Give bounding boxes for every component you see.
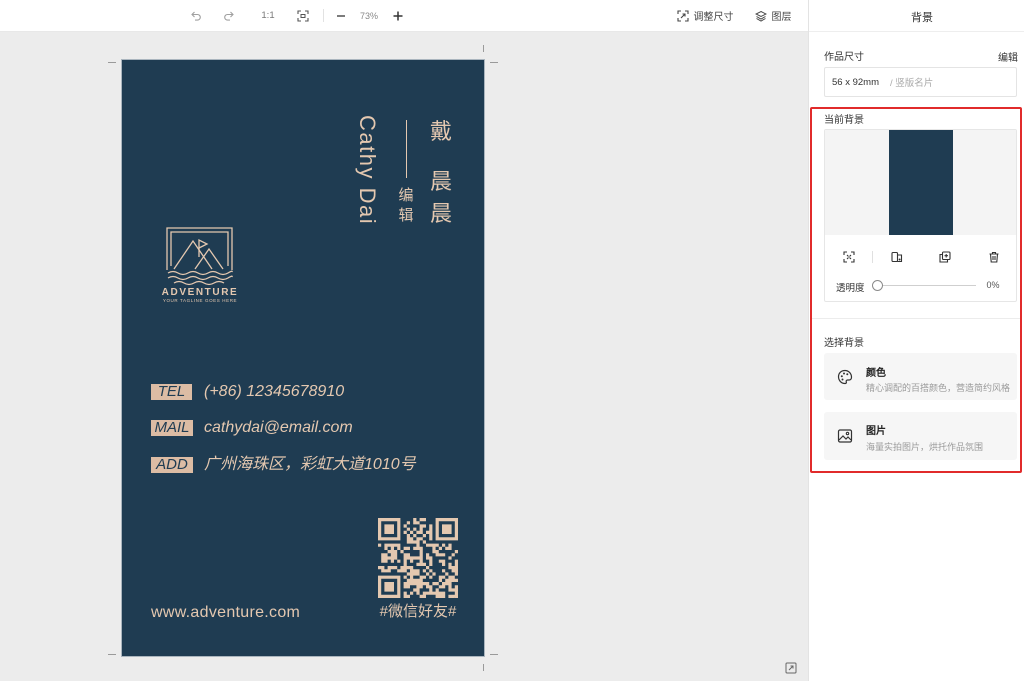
name-char[interactable]: 戴 — [430, 120, 452, 144]
job-title-char[interactable]: 辑 — [398, 207, 414, 225]
current-background-label: 当前背景 — [824, 115, 864, 126]
name-char[interactable]: 晨 — [430, 202, 452, 226]
crop-mark — [490, 62, 498, 63]
fullscreen-button[interactable] — [842, 250, 856, 264]
panel-title: 背景 — [911, 12, 933, 24]
choose-background-label: 选择背景 — [824, 338, 864, 349]
option-description: 精心调配的百搭颜色，营造简约风格 — [866, 383, 1011, 393]
size-type: / 竖版名片 — [890, 78, 934, 89]
action-divider — [872, 251, 873, 263]
crop-mark — [108, 62, 116, 63]
actual-size-button[interactable]: 1:1 — [256, 7, 280, 24]
website-text[interactable]: www.adventure.com — [151, 604, 300, 622]
image-icon — [837, 429, 853, 443]
option-title: 颜色 — [866, 368, 886, 379]
contact-row-tel[interactable]: TEL (+86) 12345678910 — [151, 383, 344, 400]
minus-icon — [337, 14, 345, 17]
layers-label: 图层 — [771, 12, 792, 23]
name-char[interactable]: 晨 — [430, 170, 452, 194]
zoom-level[interactable]: 73% — [355, 7, 383, 24]
background-option-color[interactable]: 颜色 精心调配的百搭颜色，营造简约风格 — [824, 353, 1017, 400]
undo-icon — [191, 11, 201, 21]
background-option-image[interactable]: 图片 海量实拍图片，烘托作品氛围 — [824, 412, 1017, 460]
option-description: 海量实拍图片，烘托作品氛围 — [866, 442, 984, 452]
qr-code-icon[interactable] — [378, 518, 458, 598]
redo-button[interactable] — [222, 7, 236, 24]
duplicate-icon — [939, 251, 951, 263]
crop-mark — [108, 654, 116, 655]
zoom-out-button[interactable] — [334, 7, 348, 24]
panel-header: 背景 — [809, 0, 1024, 32]
background-preview[interactable] — [825, 130, 1016, 235]
delete-background-button[interactable] — [987, 250, 1001, 264]
crop-mark — [490, 654, 498, 655]
logo-tagline-text: YOUR TAGLINE GOES HERE — [162, 298, 238, 303]
crop-mark — [483, 45, 484, 52]
contact-value: (+86) 12345678910 — [204, 383, 345, 400]
replace-icon — [891, 251, 903, 263]
redo-icon — [224, 11, 234, 21]
business-card[interactable]: 戴 晨 晨 编 辑 Cathy Dai ADVENTURE YOUR TAGLI… — [122, 60, 484, 656]
layers-button[interactable]: 图层 — [751, 7, 795, 24]
toolbar-divider — [323, 9, 324, 22]
resize-button[interactable]: 调整尺寸 — [674, 7, 736, 24]
trash-icon — [989, 251, 999, 263]
size-field[interactable]: 56 x 92mm / 竖版名片 — [824, 67, 1017, 97]
current-background-card: 透明度 0% — [824, 129, 1017, 302]
option-title: 图片 — [866, 426, 886, 437]
contact-label: MAIL — [151, 419, 193, 436]
contact-value: 广州海珠区，彩虹大道1010号 — [204, 456, 416, 473]
expand-icon — [785, 662, 797, 674]
contact-value: cathydai@email.com — [204, 419, 353, 436]
opacity-slider-handle[interactable] — [871, 280, 883, 291]
contact-label: TEL — [151, 383, 192, 400]
logo-brand-text[interactable]: ADVENTURE — [155, 287, 245, 298]
contact-row-mail[interactable]: MAIL cathydai@email.com — [151, 419, 353, 436]
fit-screen-button[interactable] — [296, 7, 310, 24]
opacity-slider-track[interactable] — [877, 285, 976, 286]
replace-background-button[interactable] — [890, 250, 904, 264]
crop-mark — [483, 664, 484, 671]
top-toolbar: 1:1 73% 调整尺寸 图层 — [0, 0, 808, 32]
background-thumbnail — [889, 130, 953, 235]
resize-label: 调整尺寸 — [693, 12, 734, 23]
undo-button[interactable] — [189, 7, 203, 24]
size-value: 56 x 92mm — [832, 76, 879, 88]
fit-screen-icon — [297, 9, 309, 22]
size-label: 作品尺寸 — [824, 52, 864, 63]
plus-icon — [393, 11, 403, 20]
size-edit-link[interactable]: 编辑 — [998, 49, 1018, 64]
fullscreen-icon — [843, 251, 855, 263]
palette-icon — [837, 369, 853, 385]
zoom-in-button[interactable] — [391, 7, 405, 24]
resize-icon — [676, 9, 689, 22]
opacity-label: 透明度 — [836, 283, 865, 294]
job-title-char[interactable]: 编 — [398, 187, 414, 205]
properties-panel: 背景 作品尺寸 编辑 56 x 92mm / 竖版名片 当前背景 透明度 0% … — [808, 0, 1024, 681]
qr-caption[interactable]: #微信好友# — [374, 603, 462, 621]
contact-label: ADD — [151, 456, 193, 473]
layers-icon — [754, 10, 767, 22]
contact-row-address[interactable]: ADD 广州海珠区，彩虹大道1010号 — [151, 456, 416, 473]
opacity-value: 0% — [986, 280, 1000, 290]
mountain-logo-icon[interactable] — [166, 226, 233, 286]
section-divider — [812, 318, 1020, 319]
duplicate-background-button[interactable] — [938, 250, 952, 264]
canvas-expand-button[interactable] — [785, 661, 797, 674]
name-divider-line — [406, 120, 407, 178]
english-name[interactable]: Cathy Dai — [355, 115, 380, 233]
